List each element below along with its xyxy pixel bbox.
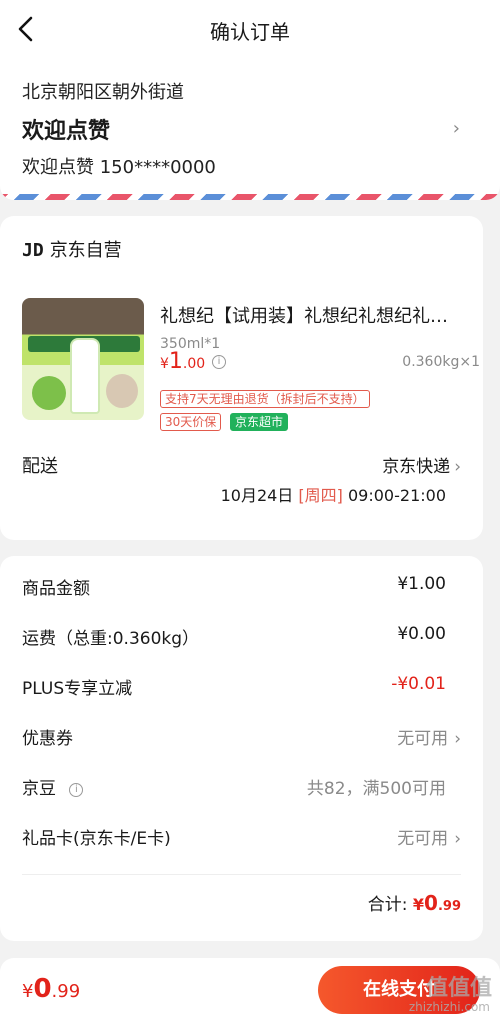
cup-graphic	[106, 374, 138, 408]
chevron-right-icon: ›	[452, 118, 460, 139]
divider	[22, 874, 461, 875]
row-value: -¥0.01	[391, 674, 446, 694]
checkout-int: 0	[33, 974, 52, 1004]
row-value: ¥0.00	[397, 624, 446, 644]
shipping-carrier[interactable]: 京东快递 ›	[382, 452, 461, 477]
row-value: 共82，满500可用	[306, 779, 446, 799]
summary-row-coupon[interactable]: 优惠券 无可用 ›	[22, 724, 461, 752]
jd-supermarket-tag: 京东超市	[230, 413, 289, 431]
product-image[interactable]	[22, 298, 144, 420]
recipient-name: 欢迎点赞	[22, 119, 111, 144]
ship-window: 09:00-21:00	[348, 486, 446, 505]
address-line: 北京朝阳区朝外街道	[22, 82, 184, 103]
order-item-card: JD京东自营 礼想纪【试用装】礼想纪礼想纪礼想纪礼想纪 350ml*1 配送 京…	[0, 216, 483, 540]
ship-weekday: [周四]	[298, 486, 343, 505]
summary-row-goods: 商品金额 ¥1.00	[22, 574, 461, 602]
order-total: 合计: ¥0.99	[368, 890, 461, 915]
summary-row-plus: PLUS专享立减 -¥0.01	[22, 674, 461, 702]
recipient-contact: 欢迎点赞 150****0000	[22, 157, 216, 178]
watermark-logo: 值值值	[425, 976, 492, 1001]
total-symbol: ¥	[412, 895, 425, 914]
watermark-url: zhizhizhi.com	[408, 1000, 490, 1014]
total-dec: .99	[437, 899, 461, 914]
page-title: 确认订单	[210, 20, 290, 44]
total-int: 0	[424, 891, 438, 915]
jingdou-label: 京豆	[22, 779, 56, 799]
return-policy-tag: 支持7天无理由退货（拆封后不支持）	[160, 390, 370, 408]
price-protect-tag: 30天价保	[160, 413, 222, 431]
checkout-dec: .99	[51, 981, 81, 1002]
row-label: 优惠券	[22, 729, 73, 749]
chevron-right-icon: ›	[454, 457, 461, 477]
coupon-value: 无可用	[397, 729, 449, 749]
total-label: 合计:	[367, 895, 408, 915]
shop-name: JD 京东自营	[22, 236, 122, 262]
carrier-name: 京东快递	[382, 457, 451, 477]
checkout-price: ¥0.99	[22, 974, 80, 1004]
airmail-stripe	[0, 194, 500, 200]
row-label: 运费（总重:0.360kg）	[22, 629, 200, 649]
shipping-label: 配送	[22, 456, 58, 477]
summary-row-giftcard[interactable]: 礼品卡(京东卡/E卡) 无可用 ›	[22, 824, 461, 852]
bottle-graphic	[70, 338, 100, 414]
chevron-right-icon: ›	[454, 829, 461, 849]
shop-label: 京东自营	[49, 240, 122, 261]
row-value: ¥1.00	[397, 574, 446, 594]
row-label: PLUS专享立减	[22, 679, 133, 699]
shipping-time: 10月24日 [周四] 09:00-21:00	[221, 482, 446, 506]
jd-logo-icon: JD	[22, 240, 44, 261]
info-icon[interactable]: i	[69, 783, 84, 797]
product-name[interactable]: 礼想纪【试用装】礼想纪礼想纪礼想纪礼想纪	[160, 302, 462, 328]
price-int: 1	[168, 349, 183, 374]
summary-row-freight: 运费（总重:0.360kg） ¥0.00	[22, 624, 461, 652]
coconut-graphic	[32, 376, 66, 410]
price-symbol: ¥	[160, 356, 169, 372]
product-price: ¥1.00	[160, 349, 205, 374]
row-label: 商品金额	[22, 579, 90, 599]
price-dec: .00	[182, 356, 206, 372]
summary-row-jingdou: 京豆 i 共82，满500可用	[22, 774, 461, 802]
address-card[interactable]: 北京朝阳区朝外街道 欢迎点赞 欢迎点赞 150****0000 ›	[0, 58, 500, 200]
row-value: 无可用 ›	[397, 724, 461, 749]
top-bar: 确认订单	[0, 0, 500, 58]
info-icon[interactable]: i	[212, 355, 226, 369]
product-weight-qty: 0.360kg×1	[402, 354, 480, 370]
row-label: 礼品卡(京东卡/E卡)	[22, 829, 171, 849]
row-value: 无可用 ›	[397, 824, 461, 849]
giftcard-value: 无可用	[397, 829, 449, 849]
total-amount: ¥0.99	[413, 891, 461, 915]
checkout-symbol: ¥	[22, 981, 34, 1002]
row-label: 京豆 i	[22, 774, 84, 799]
price-summary-card: 商品金额 ¥1.00 运费（总重:0.360kg） ¥0.00 PLUS专享立减…	[0, 556, 483, 941]
ship-date: 10月24日	[220, 486, 294, 505]
chevron-right-icon: ›	[454, 729, 461, 749]
